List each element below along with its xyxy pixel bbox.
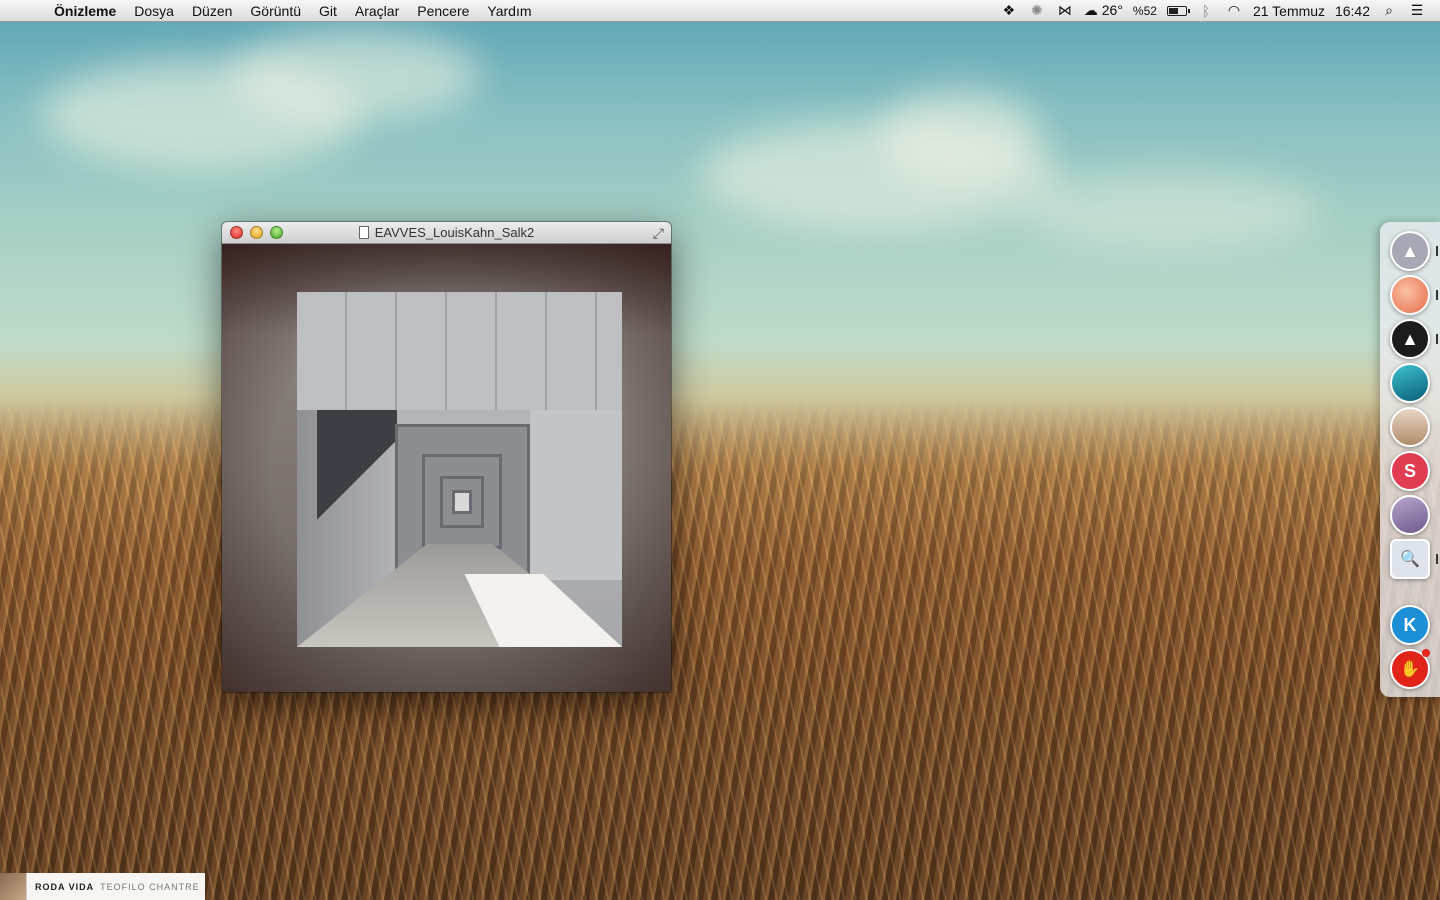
cloud [230, 30, 480, 120]
dock-app-preview[interactable]: 🔍 [1390, 539, 1430, 579]
window-titlebar[interactable]: EAVVES_LouisKahn_Salk2 ⤢ [222, 222, 671, 244]
running-indicator [1436, 554, 1438, 564]
dock-app-triangle[interactable]: ▲ [1390, 319, 1430, 359]
preview-window: EAVVES_LouisKahn_Salk2 ⤢ [222, 222, 671, 692]
album-art [0, 873, 27, 900]
fullscreen-icon[interactable]: ⤢ [653, 225, 664, 242]
menu-tools[interactable]: Araçlar [346, 3, 408, 19]
photo-content [317, 410, 397, 530]
running-indicator [1436, 334, 1438, 344]
close-button[interactable] [230, 226, 243, 239]
spotlight-search-icon[interactable]: ⌕ [1380, 2, 1398, 19]
track-artist: TEOFILO CHANTRE [100, 881, 200, 892]
menu-bar: Önizleme Dosya Düzen Görüntü Git Araçlar… [0, 0, 1440, 22]
dock-app-k[interactable]: K [1390, 605, 1430, 645]
photo-content [452, 490, 472, 514]
butterfly-icon[interactable]: ⋈ [1056, 2, 1074, 19]
dock-app-wave[interactable] [1390, 363, 1430, 403]
satellite-icon[interactable]: ✺ [1028, 2, 1046, 19]
weather-widget[interactable]: ☁ 26° [1084, 2, 1123, 19]
dock-app-launchpad[interactable]: ▲ [1390, 231, 1430, 271]
dropbox-icon[interactable]: ❖ [1000, 2, 1018, 19]
window-title: EAVVES_LouisKahn_Salk2 [374, 225, 535, 240]
clock-date[interactable]: 21 Temmuz 16:42 [1253, 3, 1370, 19]
wheat-field [0, 400, 1440, 900]
zoom-button[interactable] [270, 226, 283, 239]
time-text: 16:42 [1334, 2, 1370, 19]
wifi-icon[interactable]: ◠ [1225, 2, 1243, 19]
photo-content [297, 292, 622, 410]
dock-app-bear[interactable] [1390, 495, 1430, 535]
battery-percent[interactable]: %52 [1133, 4, 1157, 18]
menu-go[interactable]: Git [310, 3, 346, 19]
menu-app-name[interactable]: Önizleme [40, 3, 125, 19]
menu-view[interactable]: Görüntü [241, 3, 310, 19]
cloud [1020, 170, 1320, 250]
running-indicator [1436, 246, 1438, 256]
window-controls [230, 226, 283, 239]
running-indicator [1436, 290, 1438, 300]
now-playing-widget[interactable]: RODA VIDA TEOFILO CHANTRE [0, 873, 205, 900]
menu-edit[interactable]: Düzen [183, 3, 241, 19]
track-title: RODA VIDA [35, 881, 95, 892]
document-icon[interactable] [358, 226, 369, 239]
menu-help[interactable]: Yardım [478, 3, 540, 19]
notification-center-icon[interactable]: ☰ [1408, 2, 1426, 19]
hand-icon: ✋ [1400, 661, 1420, 678]
dock-app-sand[interactable] [1390, 407, 1430, 447]
photo-content [530, 410, 622, 580]
minimize-button[interactable] [250, 226, 263, 239]
menu-file[interactable]: Dosya [125, 3, 183, 19]
bluetooth-icon[interactable]: ᛒ [1197, 3, 1215, 19]
menu-window[interactable]: Pencere [408, 3, 478, 19]
desktop-wallpaper [0, 0, 1440, 900]
dock-app-hand[interactable]: ✋ [1390, 649, 1430, 689]
battery-icon[interactable] [1166, 5, 1190, 16]
date-text: 21 Temmuz [1252, 2, 1326, 19]
dock-app-photo[interactable] [1390, 275, 1430, 315]
weather-temp: 26° [1101, 2, 1123, 18]
dock-app-s[interactable]: S [1390, 451, 1430, 491]
cloud [880, 90, 1040, 180]
cloud-icon: ☁ [1083, 2, 1098, 18]
menu-extras: ❖ ✺ ⋈ ☁ 26° %52 ᛒ ◠ 21 Temmuz 16:42 ⌕ ☰ [1000, 2, 1440, 19]
image-canvas[interactable] [222, 244, 671, 692]
dock: ▲ ▲ S 🔍 K ✋ [1380, 222, 1440, 697]
notification-badge [1422, 649, 1430, 657]
